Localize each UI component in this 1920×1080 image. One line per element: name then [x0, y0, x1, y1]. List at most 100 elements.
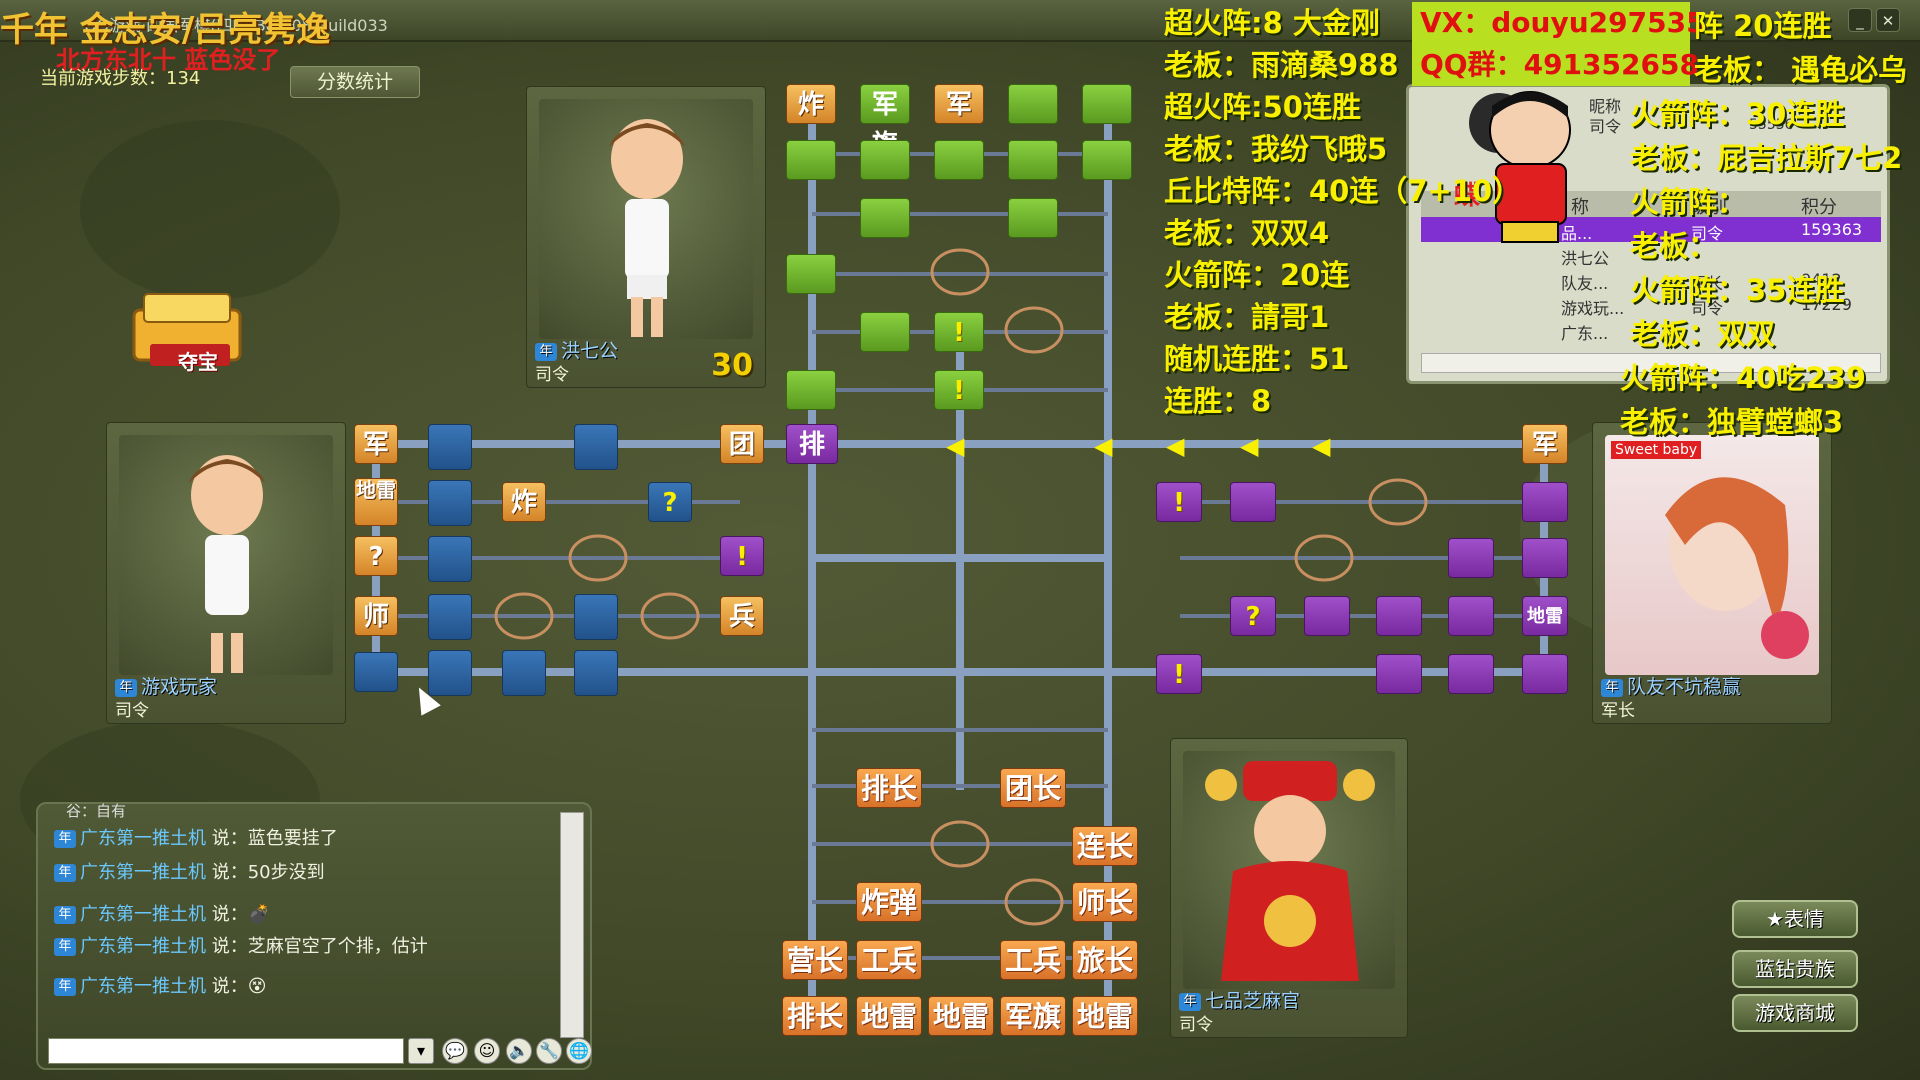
vip-icon: 年: [54, 978, 76, 996]
piece-left-marked[interactable]: !: [720, 536, 764, 576]
piece-top[interactable]: 军: [934, 84, 984, 124]
piece-top[interactable]: 炸: [786, 84, 836, 124]
piece-own[interactable]: 旅长: [1072, 940, 1138, 980]
piece-left-hidden[interactable]: [574, 650, 618, 696]
globe-icon[interactable]: 🌐: [566, 1038, 592, 1064]
piece-left[interactable]: 军: [354, 424, 398, 464]
piece-own[interactable]: 炸弹: [856, 882, 922, 922]
piece-left-hidden[interactable]: [574, 594, 618, 640]
piece-left-hidden[interactable]: [354, 652, 398, 692]
piece-right-marked[interactable]: ?: [1230, 596, 1276, 636]
player-name-text: 游戏玩家: [141, 676, 218, 698]
chat-sender[interactable]: 广东第一推土机: [80, 862, 206, 883]
piece-top-hidden[interactable]: [860, 312, 910, 352]
overlay-line: 火箭阵：20连: [1164, 258, 1350, 292]
player-name[interactable]: 年洪七公: [535, 336, 618, 363]
piece-left-hidden[interactable]: [428, 594, 472, 640]
piece-own[interactable]: 工兵: [856, 940, 922, 980]
piece-left[interactable]: 兵: [720, 596, 764, 636]
piece-own[interactable]: 地雷: [928, 996, 994, 1036]
piece-right-hidden[interactable]: [1522, 654, 1568, 694]
piece-top-hidden[interactable]: [786, 140, 836, 180]
piece-right[interactable]: 军: [1522, 424, 1568, 464]
game-shop-button[interactable]: 游戏商城: [1732, 994, 1858, 1032]
chat-message: 年广东第一推土机 说：💣: [54, 900, 270, 926]
overlay-line: 火箭阵：40吃239: [1620, 361, 1866, 395]
piece-left[interactable]: 地雷: [354, 478, 398, 526]
piece-top-hidden[interactable]: [1082, 140, 1132, 180]
piece-own[interactable]: 地雷: [856, 996, 922, 1036]
piece-own[interactable]: 师长: [1072, 882, 1138, 922]
piece-top-marked[interactable]: !: [934, 370, 984, 410]
piece-right-hidden[interactable]: [1376, 654, 1422, 694]
smiley-icon[interactable]: ☺: [474, 1038, 500, 1064]
emotion-button[interactable]: ★表情: [1732, 900, 1858, 938]
piece-right-marked[interactable]: !: [1156, 654, 1202, 694]
piece-top-hidden[interactable]: [1082, 84, 1132, 124]
treasure-chest-button[interactable]: 夺宝: [120, 290, 260, 390]
player-name[interactable]: 年七品芝麻官: [1179, 986, 1300, 1013]
piece-center[interactable]: 排: [786, 424, 838, 464]
piece-own[interactable]: 排长: [782, 996, 848, 1036]
piece-top-hidden[interactable]: [786, 254, 836, 294]
piece-top-hidden[interactable]: [1008, 198, 1058, 238]
chat-sender[interactable]: 广东第一推土机: [80, 936, 206, 957]
piece-right-hidden[interactable]: [1448, 654, 1494, 694]
piece-right[interactable]: 地雷: [1522, 596, 1568, 636]
piece-top-hidden[interactable]: [1008, 140, 1058, 180]
piece-right-hidden[interactable]: [1448, 596, 1494, 636]
player-name[interactable]: 年队友不坑稳赢: [1601, 672, 1741, 699]
piece-right-hidden[interactable]: [1230, 482, 1276, 522]
piece-left-hidden[interactable]: [428, 480, 472, 526]
piece-right-marked[interactable]: !: [1156, 482, 1202, 522]
piece-top-hidden[interactable]: [860, 198, 910, 238]
piece-left[interactable]: 炸: [502, 482, 546, 522]
piece-right-hidden[interactable]: [1522, 538, 1568, 578]
piece-right-hidden[interactable]: [1522, 482, 1568, 522]
piece-own[interactable]: 营长: [782, 940, 848, 980]
piece-own[interactable]: 军旗: [1000, 996, 1066, 1036]
piece-own[interactable]: 工兵: [1000, 940, 1066, 980]
piece-own[interactable]: 地雷: [1072, 996, 1138, 1036]
score-stats-button[interactable]: 分数统计: [290, 66, 420, 98]
piece-top[interactable]: 军旗: [860, 84, 910, 160]
piece-top-hidden[interactable]: [860, 140, 910, 180]
chevron-down-icon[interactable]: ▾: [408, 1038, 434, 1064]
piece-left[interactable]: ?: [354, 536, 398, 576]
piece-left-marked[interactable]: ?: [648, 482, 692, 522]
chat-message: 年广东第一推土机 说：50步没到: [54, 858, 325, 884]
piece-left-hidden[interactable]: [502, 650, 546, 696]
piece-own[interactable]: 排长: [856, 768, 922, 808]
chat-sender[interactable]: 广东第一推土机: [80, 976, 206, 997]
chat-scrollbar[interactable]: [560, 812, 584, 1038]
piece-left[interactable]: 师: [354, 596, 398, 636]
move-arrow-icon: ◀: [946, 432, 965, 460]
move-arrow-icon: ◀: [1240, 432, 1259, 460]
speaker-icon[interactable]: 🔈: [506, 1038, 532, 1064]
piece-right-hidden[interactable]: [1448, 538, 1494, 578]
chat-sender[interactable]: 广东第一推土机: [80, 828, 206, 849]
chat-message: 年广东第一推土机 说：芝麻官空了个排，估计: [54, 932, 428, 958]
chat-sender[interactable]: 广东第一推土机: [80, 904, 206, 925]
piece-right-hidden[interactable]: [1376, 596, 1422, 636]
piece-right-hidden[interactable]: [1304, 596, 1350, 636]
piece-top-hidden[interactable]: [934, 140, 984, 180]
piece-left-hidden[interactable]: [428, 536, 472, 582]
wrench-icon[interactable]: 🔧: [536, 1038, 562, 1064]
avatar: Sweet baby: [1605, 435, 1819, 675]
chat-message: 年广东第一推土机 说：😵: [54, 972, 267, 998]
piece-top-hidden[interactable]: [786, 370, 836, 410]
overlay-line: 随机连胜：51: [1164, 342, 1350, 376]
speech-bubble-icon[interactable]: 💬: [442, 1038, 468, 1064]
piece-left-hidden[interactable]: [428, 424, 472, 470]
player-name[interactable]: 年游戏玩家: [115, 672, 217, 699]
piece-left[interactable]: 团: [720, 424, 764, 464]
chat-input[interactable]: [48, 1038, 404, 1064]
piece-own[interactable]: 团长: [1000, 768, 1066, 808]
blue-diamond-button[interactable]: 蓝钻贵族: [1732, 950, 1858, 988]
piece-top-hidden[interactable]: [1008, 84, 1058, 124]
piece-left-hidden[interactable]: [428, 650, 472, 696]
piece-left-hidden[interactable]: [574, 424, 618, 470]
piece-own[interactable]: 连长: [1072, 826, 1138, 866]
piece-top-marked[interactable]: !: [934, 312, 984, 352]
